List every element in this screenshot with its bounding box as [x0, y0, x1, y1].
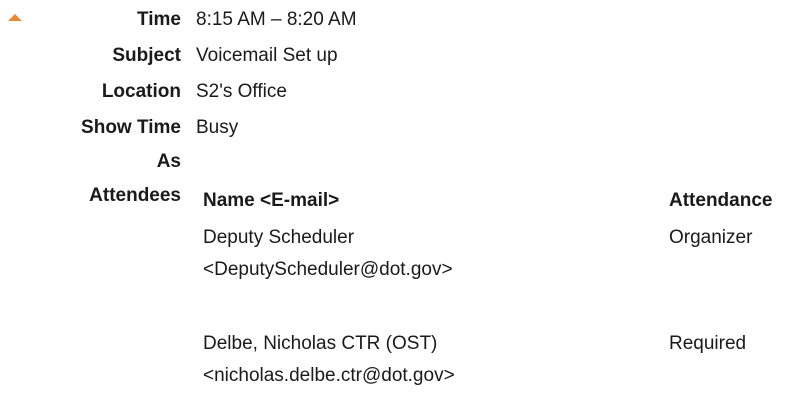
location-value: S2's Office — [196, 81, 287, 102]
attendees-label: Attendees — [89, 185, 181, 206]
attendee-email: <nicholas.delbe.ctr@dot.gov> — [203, 365, 455, 386]
show-time-as-label-line1: Show Time — [81, 117, 181, 138]
attendee-attendance: Required — [669, 333, 747, 354]
subject-label: Subject — [112, 45, 181, 66]
location-label: Location — [101, 81, 181, 102]
show-time-as-label-line2: As — [156, 151, 181, 172]
attendance-column-header: Attendance — [669, 190, 773, 211]
name-email-column-header: Name <E-mail> — [203, 190, 340, 211]
attendee-name: Delbe, Nicholas CTR (OST) — [203, 333, 438, 354]
attendee-email: <DeputyScheduler@dot.gov> — [203, 259, 453, 280]
collapse-arrow-icon[interactable] — [8, 14, 22, 21]
show-time-as-value: Busy — [196, 117, 239, 138]
time-label: Time — [136, 9, 181, 30]
subject-value: Voicemail Set up — [196, 45, 338, 66]
time-value: 8:15 AM – 8:20 AM — [196, 9, 357, 30]
attendee-attendance: Organizer — [669, 227, 753, 248]
attendee-name: Deputy Scheduler — [203, 227, 355, 248]
